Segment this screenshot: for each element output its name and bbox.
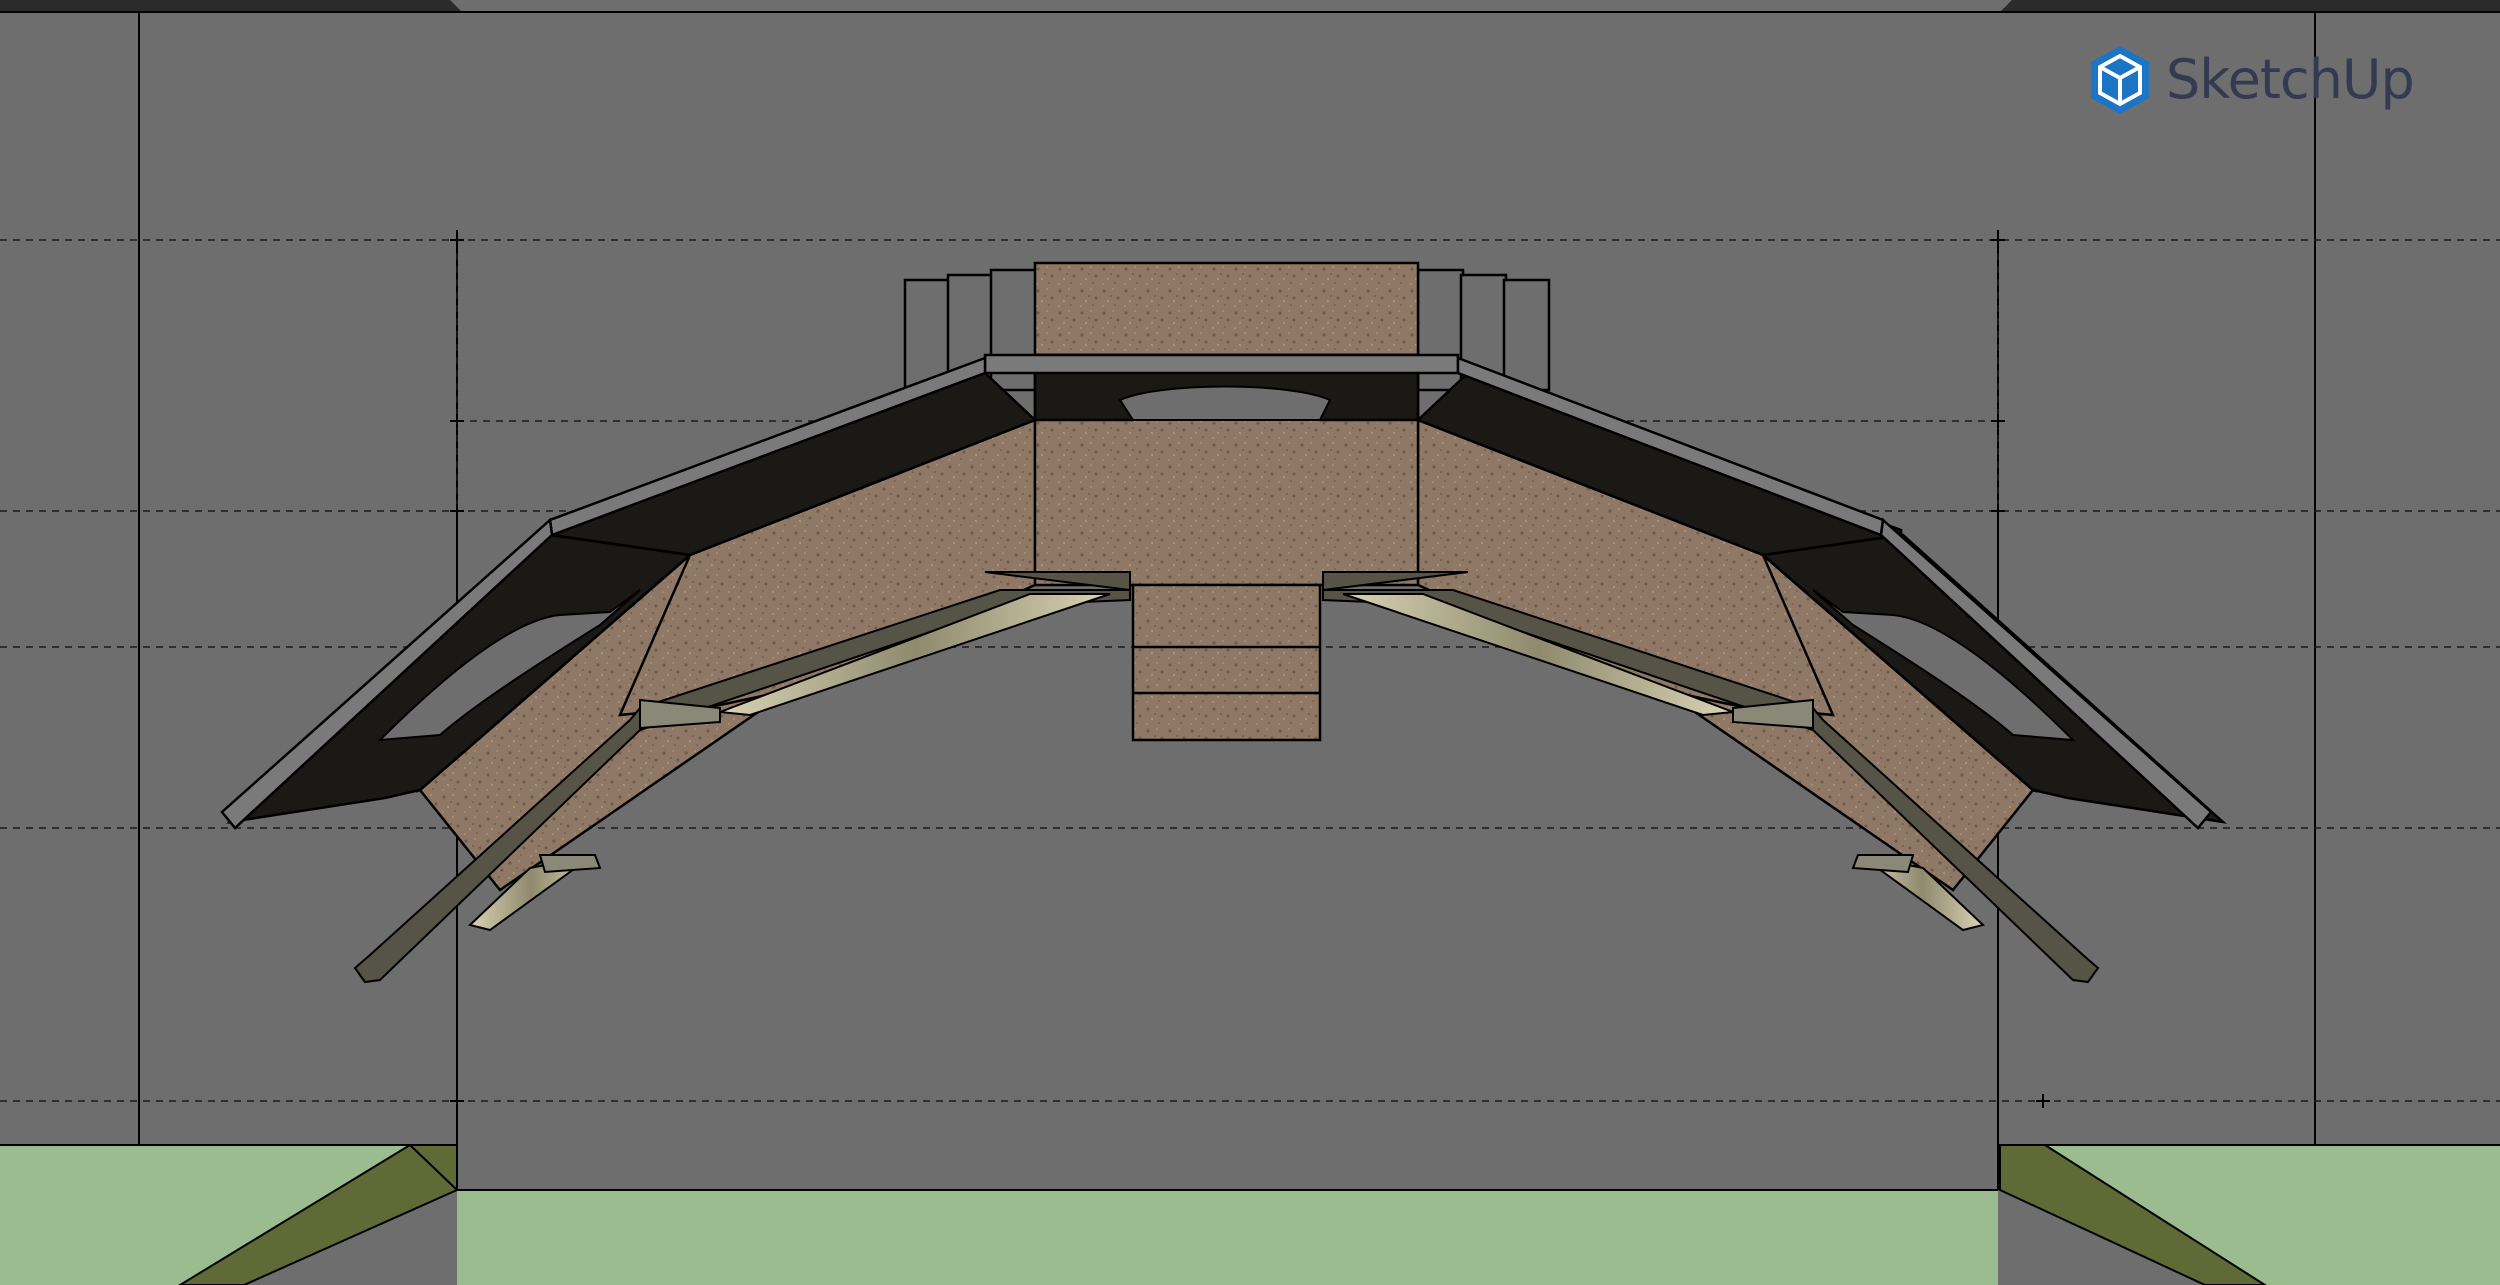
sketchup-wordmark: SketchUp — [2166, 48, 2415, 111]
modeling-viewport[interactable]: SketchUp — [0, 0, 2500, 1285]
sketchup-watermark: SketchUp — [2088, 40, 2415, 120]
sketchup-logo-icon — [2091, 46, 2149, 114]
center-stone-panel — [1033, 261, 1420, 357]
3d-scene-canvas[interactable] — [0, 0, 2500, 1285]
